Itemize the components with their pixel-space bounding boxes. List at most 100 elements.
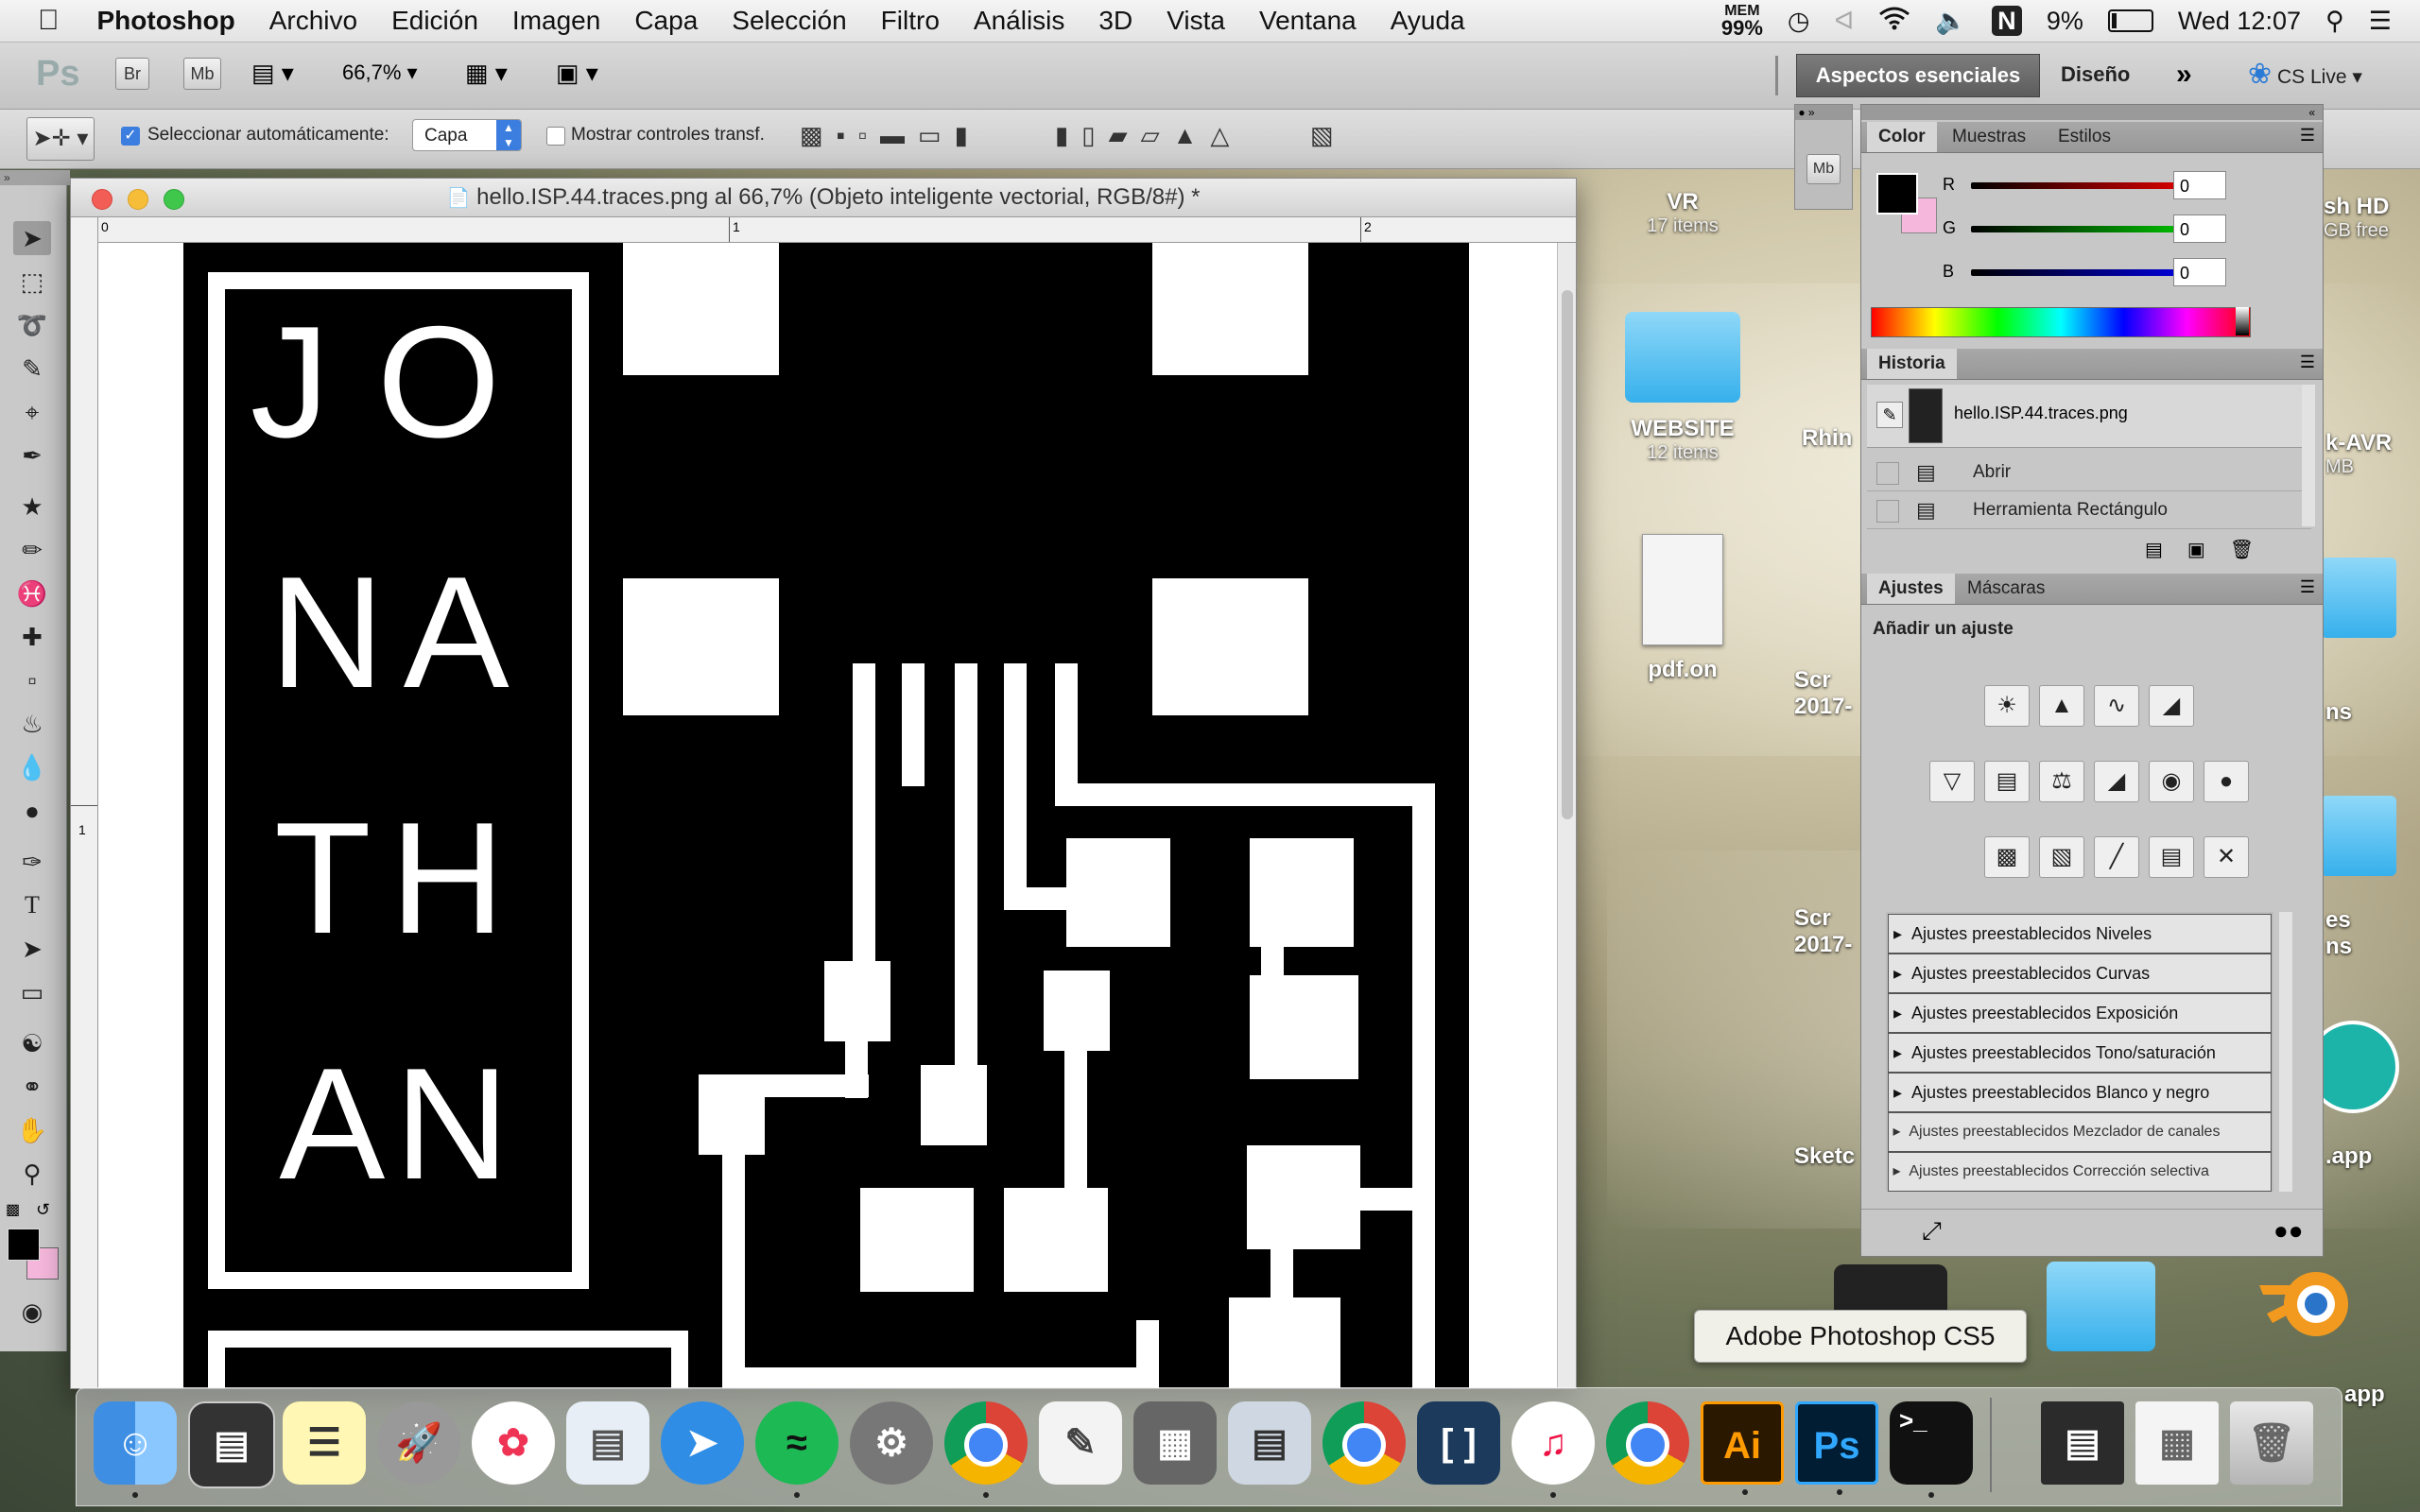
- dock-brackets[interactable]: [ ]: [1417, 1401, 1500, 1485]
- green-value-input[interactable]: 0: [2173, 215, 2226, 243]
- desktop-icon-website[interactable]: WEBSITE 12 items: [1616, 312, 1749, 464]
- 3d-orbit-tool-icon[interactable]: ⚭: [13, 1070, 51, 1104]
- dock-finder[interactable]: ☺: [94, 1401, 177, 1498]
- type-tool-icon[interactable]: T: [13, 888, 51, 922]
- menu-imagen[interactable]: Imagen: [512, 6, 600, 36]
- clip-to-layer-icon[interactable]: ●●: [2273, 1216, 2303, 1246]
- threshold-adjustment-icon[interactable]: ╱: [2094, 836, 2139, 878]
- auto-align-layers-button[interactable]: ▧: [1310, 121, 1334, 150]
- menu-archivo[interactable]: Archivo: [269, 6, 357, 36]
- volume-icon[interactable]: 🔈: [1935, 6, 1967, 36]
- black-white-adjustment-icon[interactable]: ◢: [2094, 761, 2139, 802]
- desktop-icon-app-2[interactable]: app: [2344, 1382, 2416, 1408]
- channel-mixer-adjustment-icon[interactable]: ●: [2204, 761, 2249, 802]
- dock-spotify[interactable]: ≈: [755, 1401, 838, 1498]
- marquee-tool-icon[interactable]: ⬚: [13, 265, 51, 299]
- desktop-icon-vr[interactable]: VR 17 items: [1607, 189, 1758, 237]
- menu-analisis[interactable]: Análisis: [974, 6, 1064, 36]
- desktop-icon-sketch[interactable]: Sketc: [1794, 1143, 1860, 1170]
- history-scrollbar[interactable]: [2302, 385, 2315, 526]
- default-colors-icon[interactable]: ▩: [6, 1200, 20, 1219]
- dock-activity[interactable]: ▤: [188, 1401, 275, 1488]
- desktop-icon-rhino[interactable]: Rhin: [1802, 425, 1858, 452]
- eyedropper-tool-icon[interactable]: ✒: [13, 438, 51, 472]
- tab-styles[interactable]: Estilos: [2047, 122, 2122, 152]
- dock-textedit[interactable]: ✎: [1039, 1401, 1122, 1485]
- invert-adjustment-icon[interactable]: ▩: [1984, 836, 2030, 878]
- tab-swatches[interactable]: Muestras: [1941, 122, 2037, 152]
- move-tool-icon[interactable]: ➤: [13, 221, 51, 255]
- zoom-window-button[interactable]: [164, 189, 184, 210]
- notification-center-icon[interactable]: ☰: [2369, 7, 2392, 36]
- apple-menu-icon[interactable]: : [38, 5, 60, 37]
- tab-history[interactable]: Historia: [1867, 349, 1957, 379]
- more-workspaces-icon[interactable]: »: [2176, 54, 2192, 95]
- desktop-icon-ns[interactable]: ns: [2325, 699, 2418, 726]
- history-footer-buttons[interactable]: ▤▣🗑: [2145, 538, 2278, 561]
- levels-adjustment-icon[interactable]: ▲: [2039, 685, 2084, 727]
- presets-scrollbar[interactable]: [2279, 912, 2292, 1192]
- dock-terminal[interactable]: >_: [1890, 1401, 1973, 1498]
- lasso-tool-icon[interactable]: ➰: [13, 308, 51, 342]
- tab-adjustments[interactable]: Ajustes: [1867, 574, 1955, 604]
- blue-value-input[interactable]: 0: [2173, 258, 2226, 286]
- dock-calculator[interactable]: ▦: [1133, 1401, 1217, 1485]
- mini-bridge-panel-icon[interactable]: Mb: [1806, 154, 1841, 184]
- minimize-window-button[interactable]: [128, 189, 148, 210]
- history-brush-source-icon[interactable]: ✎: [1876, 402, 1903, 428]
- dock-screenshot[interactable]: ▤: [2041, 1401, 2124, 1485]
- horizontal-ruler[interactable]: 0 1 2: [97, 217, 1576, 243]
- dock-photos[interactable]: ✿: [472, 1401, 555, 1485]
- selective-color-adjustment-icon[interactable]: ✕: [2204, 836, 2249, 878]
- gradient-map-adjustment-icon[interactable]: ▤: [2149, 836, 2194, 878]
- dock-safari[interactable]: ➤: [661, 1401, 744, 1485]
- scrollbar-thumb[interactable]: [1562, 290, 1573, 819]
- tab-masks[interactable]: Máscaras: [1956, 574, 2056, 604]
- 3d-rotate-tool-icon[interactable]: ☯: [13, 1026, 51, 1060]
- paint-bucket-tool-icon[interactable]: ♨: [13, 707, 51, 741]
- spotlight-search-icon[interactable]: ⚲: [2325, 7, 2344, 36]
- tool-preset-picker[interactable]: ➤✛ ▾: [26, 117, 95, 161]
- workspace-essentials-button[interactable]: Aspectos esenciales: [1796, 54, 2040, 97]
- foreground-color-picker[interactable]: [1876, 173, 1918, 215]
- pen-tool-icon[interactable]: ✑: [13, 845, 51, 879]
- battery-icon[interactable]: [2107, 9, 2153, 32]
- desktop-icon-avr[interactable]: k-AVR MB: [2325, 430, 2418, 478]
- curves-adjustment-icon[interactable]: ∿: [2094, 685, 2139, 727]
- preset-hue-saturation[interactable]: ▸ Ajustes preestablecidos Tono/saturació…: [1888, 1033, 2272, 1073]
- brush-tool-icon[interactable]: ✏: [13, 533, 51, 567]
- quick-mask-icon[interactable]: ◉: [13, 1295, 51, 1329]
- brightness-adjustment-icon[interactable]: ☀: [1984, 685, 2030, 727]
- swap-colors-icon[interactable]: ↺: [36, 1200, 50, 1220]
- hue-saturation-adjustment-icon[interactable]: ▤: [1984, 761, 2030, 802]
- distribute-buttons[interactable]: ▮▯▰▱▲△: [1055, 121, 1242, 150]
- app-status-icon[interactable]: N: [1991, 6, 2022, 36]
- history-checkbox[interactable]: [1876, 500, 1899, 523]
- menu-ayuda[interactable]: Ayuda: [1391, 6, 1465, 36]
- align-buttons[interactable]: ▩▪▫▬▭▮: [800, 121, 981, 150]
- dock-launchpad[interactable]: 🚀: [377, 1401, 460, 1485]
- auto-select-checkbox[interactable]: ✓: [121, 127, 140, 146]
- photo-filter-adjustment-icon[interactable]: ◉: [2149, 761, 2194, 802]
- vibrance-adjustment-icon[interactable]: ▽: [1929, 761, 1975, 802]
- time-machine-icon[interactable]: ◷: [1788, 7, 1810, 36]
- preset-exposure[interactable]: ▸ Ajustes preestablecidos Exposición: [1888, 993, 2272, 1033]
- dock-migration[interactable]: ▤: [1228, 1401, 1311, 1485]
- dock-photoshop[interactable]: Ps: [1795, 1401, 1878, 1495]
- history-checkbox[interactable]: [1876, 462, 1899, 485]
- canvas-artwork[interactable]: JO NA TH AN: [98, 243, 1554, 1388]
- panel-menu-icon[interactable]: ☰: [2300, 577, 2315, 597]
- bluetooth-icon[interactable]: ᐊ: [1834, 7, 1854, 36]
- preset-curves[interactable]: ▸ Ajustes preestablecidos Curvas: [1888, 954, 2272, 993]
- toolbox-collapse-icon[interactable]: »: [0, 170, 70, 185]
- path-selection-tool-icon[interactable]: ➤: [13, 932, 51, 966]
- vertical-scrollbar[interactable]: [1557, 243, 1576, 1388]
- desktop-icon-pdf[interactable]: pdf.on: [1616, 534, 1749, 683]
- dock-chrome[interactable]: [944, 1401, 1028, 1498]
- eraser-tool-icon[interactable]: ▫: [13, 663, 51, 697]
- history-brush-tool-icon[interactable]: ✚: [13, 620, 51, 654]
- clone-stamp-tool-icon[interactable]: ♓: [13, 576, 51, 610]
- color-spectrum[interactable]: [1871, 307, 2251, 337]
- menu-edicion[interactable]: Edición: [391, 6, 478, 36]
- menu-3d[interactable]: 3D: [1098, 6, 1132, 36]
